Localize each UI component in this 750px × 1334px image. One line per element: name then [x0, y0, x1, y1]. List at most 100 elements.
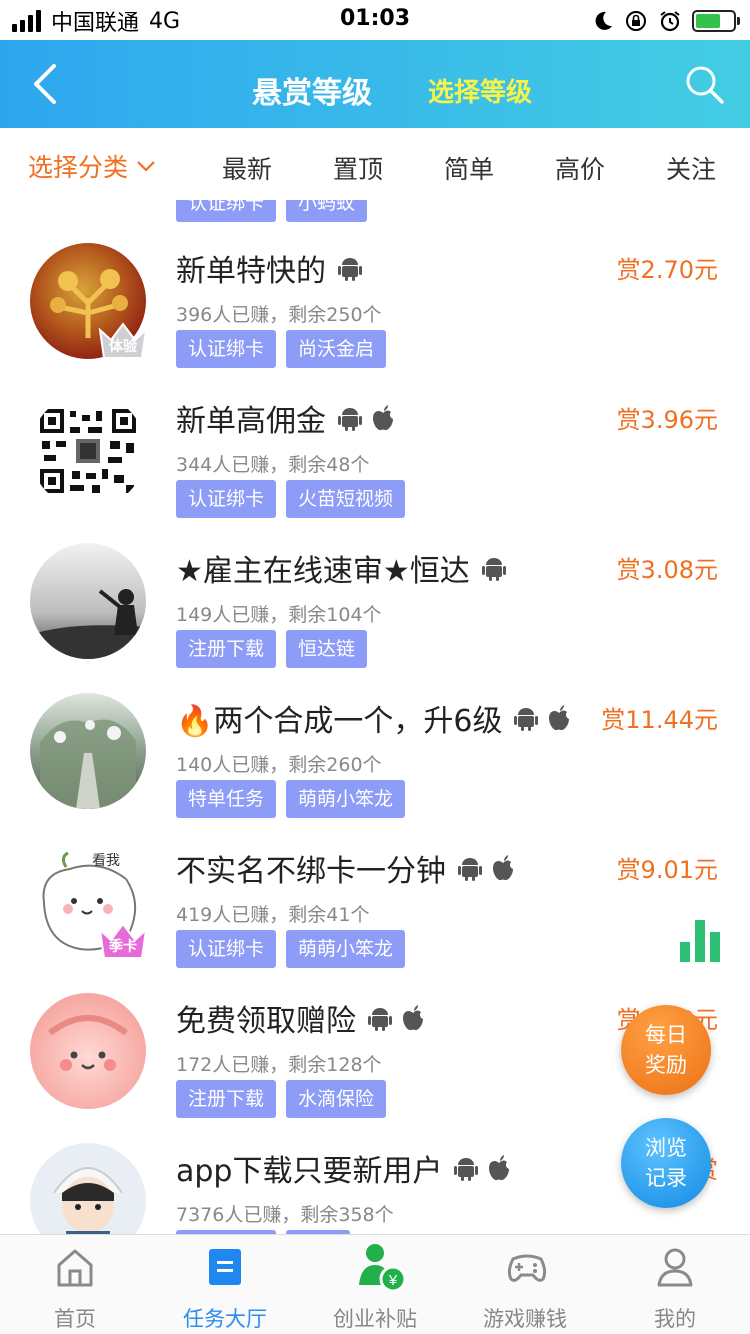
tab-high-price[interactable]: 高价 — [555, 150, 605, 186]
bar-chart-icon[interactable] — [678, 918, 722, 962]
nav-games[interactable]: 游戏赚钱 — [450, 1235, 600, 1334]
avatar — [30, 693, 146, 809]
tag-group: 注册下载 水滴保险 — [176, 1080, 387, 1118]
badge-label: 季卡 — [109, 939, 137, 955]
chevron-down-icon — [137, 161, 155, 172]
task-title: app下载只要新用户 — [176, 1146, 510, 1190]
browse-history-line1: 浏览 — [645, 1136, 687, 1160]
tag: 水滴保险 — [286, 1080, 387, 1118]
profile-icon — [657, 1248, 693, 1287]
nav-label: 创业补贴 — [333, 1307, 417, 1331]
tag-group: 注册下载 恒达链 — [176, 630, 368, 668]
browse-history-button[interactable]: 浏览 记录 — [621, 1118, 711, 1208]
svg-text:¥: ¥ — [388, 1272, 398, 1289]
task-stats: 344人已赚，剩余48个 — [176, 454, 370, 476]
task-reward: 赏3.96元 — [616, 406, 718, 434]
task-reward: 赏9.01元 — [616, 856, 718, 884]
bottom-nav: 首页 任务大厅 ¥ 创业补贴 游戏赚钱 我的 — [0, 1234, 750, 1334]
page-title: 悬赏等级 — [252, 76, 372, 111]
list-item[interactable]: ★雇主在线速审★恒达 赏3.08元 149人已赚，剩余104个 注册下载 恒达链 — [0, 536, 750, 686]
header-bar: 悬赏等级 选择等级 — [0, 40, 750, 128]
tag: 萌萌小笨龙 — [286, 780, 406, 818]
task-reward: 赏3.08元 — [616, 556, 718, 584]
daily-reward-line1: 每日 — [645, 1023, 687, 1047]
nav-subsidy[interactable]: ¥ 创业补贴 — [300, 1235, 450, 1334]
task-hall-icon — [209, 1249, 241, 1285]
android-icon — [458, 858, 482, 881]
task-title: 新单特快的 — [176, 246, 362, 290]
daily-reward-button[interactable]: 每日 奖励 — [621, 1005, 711, 1095]
nav-label: 我的 — [654, 1307, 696, 1331]
list-item[interactable]: 看我 季卡 不实名不绑卡一分钟 赏9.01元 419人已赚，剩余41个 认证绑卡… — [0, 836, 750, 986]
status-right — [592, 6, 740, 36]
task-stats: 172人已赚，剩余128个 — [176, 1054, 382, 1076]
avatar — [30, 1143, 146, 1234]
nav-label: 游戏赚钱 — [483, 1307, 567, 1331]
avatar — [30, 543, 146, 659]
tab-following[interactable]: 关注 — [666, 150, 716, 186]
tag: 注册下载 — [176, 630, 277, 668]
task-title-text: 新单高佣金 — [176, 404, 326, 439]
search-icon[interactable] — [682, 62, 726, 106]
daily-reward-line2: 奖励 — [645, 1053, 687, 1077]
battery-icon — [692, 10, 740, 32]
nav-label: 首页 — [54, 1307, 96, 1331]
apple-icon — [549, 705, 570, 731]
android-icon — [368, 1008, 392, 1031]
android-icon — [514, 708, 539, 731]
tag-group: 认证绑卡 火苗短视频 — [176, 480, 406, 518]
nav-task-hall[interactable]: 任务大厅 — [150, 1235, 300, 1334]
tag: 萌萌小笨龙 — [286, 930, 406, 968]
nav-home[interactable]: 首页 — [0, 1235, 150, 1334]
task-stats: 140人已赚，剩余260个 — [176, 754, 382, 776]
home-icon — [57, 1249, 93, 1287]
task-stats: 419人已赚，剩余41个 — [176, 904, 370, 926]
tag: 认证绑卡 — [176, 200, 277, 222]
list-item[interactable]: 🔥两个合成一个，升6级 赏11.44元 140人已赚，剩余260个 特单任务 萌… — [0, 686, 750, 836]
task-stats: 7376人已赚，剩余358个 — [176, 1204, 394, 1226]
avatar — [30, 993, 146, 1109]
apple-icon — [403, 1005, 423, 1031]
avatar — [30, 393, 146, 509]
task-reward: 赏2.70元 — [616, 256, 718, 284]
android-icon — [481, 558, 506, 581]
alarm-icon — [660, 11, 680, 32]
android-icon — [338, 258, 362, 281]
tag: 尚沃金启 — [286, 330, 387, 368]
tag: 小蚂蚁 — [286, 200, 368, 222]
task-title: ★雇主在线速审★恒达 — [176, 546, 506, 590]
task-title: 免费领取赠险 — [176, 996, 424, 1040]
tag-group: 认证绑卡 尚沃金启 — [176, 330, 387, 368]
category-select-button[interactable]: 选择分类 — [28, 148, 156, 184]
tab-simple[interactable]: 简单 — [444, 150, 494, 186]
category-select-label: 选择分类 — [28, 153, 129, 182]
task-stats: 149人已赚，剩余104个 — [176, 604, 382, 626]
moon-icon — [595, 11, 612, 30]
back-icon[interactable] — [26, 60, 66, 108]
tag-group: 特单任务 萌萌小笨龙 — [176, 780, 406, 818]
tag-group: 认证绑卡 小蚂蚁 — [176, 200, 368, 222]
crown-badge: 体验 — [96, 318, 150, 362]
task-title: 不实名不绑卡一分钟 — [176, 846, 514, 890]
tag: 恒达链 — [286, 630, 368, 668]
tag: 注册下载 — [176, 1080, 277, 1118]
task-title-text: ★雇主在线速审★恒达 — [176, 554, 470, 589]
task-title: 新单高佣金 — [176, 396, 394, 440]
tab-pinned[interactable]: 置顶 — [333, 150, 383, 186]
crown-badge: 季卡 — [96, 918, 150, 962]
nav-profile[interactable]: 我的 — [600, 1235, 750, 1334]
task-stats: 396人已赚，剩余250个 — [176, 304, 382, 326]
list-item[interactable]: 体验 新单特快的 赏2.70元 396人已赚，剩余250个 认证绑卡 尚沃金启 — [0, 236, 750, 386]
list-item[interactable]: 新单高佣金 赏3.96元 344人已赚，剩余48个 认证绑卡 火苗短视频 — [0, 386, 750, 536]
gamepad-icon — [507, 1254, 547, 1282]
task-title: 🔥两个合成一个，升6级 — [176, 696, 570, 740]
list-item[interactable]: 认证绑卡 小蚂蚁 — [0, 200, 750, 222]
tag: 火苗短视频 — [286, 480, 406, 518]
android-icon — [338, 408, 362, 431]
tab-latest[interactable]: 最新 — [222, 150, 272, 186]
task-title-text: 不实名不绑卡一分钟 — [176, 854, 446, 889]
task-title-text: 🔥两个合成一个，升6级 — [176, 704, 503, 739]
android-icon — [454, 1158, 479, 1181]
task-reward: 赏11.44元 — [601, 706, 718, 734]
select-level-button[interactable]: 选择等级 — [428, 72, 532, 109]
